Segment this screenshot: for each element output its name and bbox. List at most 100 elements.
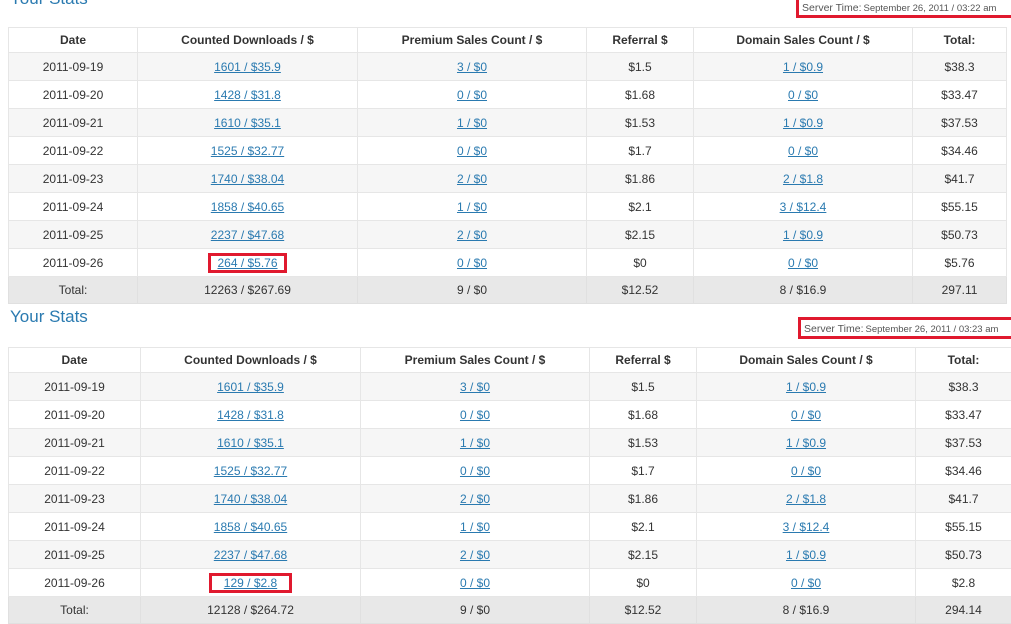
premium-link[interactable]: 0 / $0	[457, 88, 487, 102]
premium-link[interactable]: 2 / $0	[460, 548, 490, 562]
date-cell: 2011-09-22	[9, 457, 141, 485]
downloads-link[interactable]: 1428 / $31.8	[214, 88, 281, 102]
domain-link[interactable]: 3 / $12.4	[780, 200, 827, 214]
header-total: Total:	[916, 348, 1011, 373]
table-header-row: Date Counted Downloads / $ Premium Sales…	[9, 348, 1011, 373]
domain-link[interactable]: 3 / $12.4	[783, 520, 830, 534]
referral-cell: $1.5	[590, 373, 697, 401]
totals-row: Total: 12128 / $264.72 9 / $0 $12.52 8 /…	[9, 597, 1011, 624]
downloads-link[interactable]: 129 / $2.8	[224, 576, 277, 590]
domain-link[interactable]: 0 / $0	[788, 88, 818, 102]
premium-link[interactable]: 2 / $0	[457, 172, 487, 186]
table-header-row: Date Counted Downloads / $ Premium Sales…	[9, 28, 1007, 53]
table-row: 2011-09-25 2237 / $47.68 2 / $0 $2.15 1 …	[9, 541, 1011, 569]
header-date: Date	[9, 28, 138, 53]
premium-link[interactable]: 1 / $0	[457, 116, 487, 130]
premium-link[interactable]: 1 / $0	[460, 520, 490, 534]
referral-cell: $1.5	[587, 53, 694, 81]
totals-referral: $12.52	[587, 277, 694, 304]
domain-link[interactable]: 1 / $0.9	[783, 228, 823, 242]
domain-link[interactable]: 0 / $0	[791, 408, 821, 422]
total-cell: $2.8	[916, 569, 1011, 597]
downloads-link[interactable]: 2237 / $47.68	[211, 228, 284, 242]
referral-cell: $1.53	[590, 429, 697, 457]
referral-cell: $0	[590, 569, 697, 597]
domain-link[interactable]: 0 / $0	[791, 464, 821, 478]
referral-cell: $1.53	[587, 109, 694, 137]
server-time-highlight: Server Time:September 26, 2011 / 03:22 a…	[796, 0, 1011, 18]
premium-link[interactable]: 1 / $0	[460, 436, 490, 450]
table-row: 2011-09-21 1610 / $35.1 1 / $0 $1.53 1 /…	[9, 429, 1011, 457]
table-row: 2011-09-20 1428 / $31.8 0 / $0 $1.68 0 /…	[9, 81, 1007, 109]
date-cell: 2011-09-26	[9, 249, 138, 277]
domain-link[interactable]: 0 / $0	[788, 256, 818, 270]
downloads-link[interactable]: 1858 / $40.65	[211, 200, 284, 214]
premium-link[interactable]: 0 / $0	[460, 464, 490, 478]
premium-link[interactable]: 0 / $0	[460, 576, 490, 590]
total-cell: $37.53	[916, 429, 1011, 457]
total-cell: $37.53	[913, 109, 1007, 137]
domain-link[interactable]: 0 / $0	[788, 144, 818, 158]
server-time-label: Server Time:	[802, 2, 862, 14]
server-time-value: September 26, 2011 / 03:23 am	[866, 324, 999, 335]
domain-link[interactable]: 1 / $0.9	[786, 436, 826, 450]
domain-link[interactable]: 1 / $0.9	[783, 116, 823, 130]
header-domain-sales: Domain Sales Count / $	[694, 28, 913, 53]
date-cell: 2011-09-19	[9, 53, 138, 81]
downloads-link[interactable]: 2237 / $47.68	[214, 548, 287, 562]
downloads-link[interactable]: 1601 / $35.9	[217, 380, 284, 394]
referral-cell: $1.68	[587, 81, 694, 109]
domain-link[interactable]: 1 / $0.9	[786, 380, 826, 394]
date-cell: 2011-09-20	[9, 401, 141, 429]
downloads-link[interactable]: 1601 / $35.9	[214, 60, 281, 74]
referral-cell: $1.7	[587, 137, 694, 165]
total-cell: $38.3	[913, 53, 1007, 81]
date-cell: 2011-09-25	[9, 541, 141, 569]
table-row: 2011-09-20 1428 / $31.8 0 / $0 $1.68 0 /…	[9, 401, 1011, 429]
domain-link[interactable]: 0 / $0	[791, 576, 821, 590]
panel-title: Your Stats	[10, 306, 88, 328]
server-time-label: Server Time:	[804, 323, 864, 335]
domain-link[interactable]: 1 / $0.9	[786, 548, 826, 562]
domain-link[interactable]: 2 / $1.8	[783, 172, 823, 186]
referral-cell: $1.86	[590, 485, 697, 513]
referral-cell: $0	[587, 249, 694, 277]
totals-domain: 8 / $16.9	[697, 597, 916, 624]
referral-cell: $1.86	[587, 165, 694, 193]
total-cell: $5.76	[913, 249, 1007, 277]
premium-link[interactable]: 2 / $0	[457, 228, 487, 242]
table-row: 2011-09-23 1740 / $38.04 2 / $0 $1.86 2 …	[9, 485, 1011, 513]
premium-link[interactable]: 2 / $0	[460, 492, 490, 506]
header-domain-sales: Domain Sales Count / $	[697, 348, 916, 373]
header-counted-downloads: Counted Downloads / $	[138, 28, 358, 53]
table-row: 2011-09-19 1601 / $35.9 3 / $0 $1.5 1 / …	[9, 373, 1011, 401]
downloads-link[interactable]: 1740 / $38.04	[211, 172, 284, 186]
downloads-link[interactable]: 1610 / $35.1	[214, 116, 281, 130]
downloads-link[interactable]: 1740 / $38.04	[214, 492, 287, 506]
downloads-link[interactable]: 1858 / $40.65	[214, 520, 287, 534]
totals-premium: 9 / $0	[358, 277, 587, 304]
premium-link[interactable]: 0 / $0	[460, 408, 490, 422]
referral-cell: $1.68	[590, 401, 697, 429]
highlight-box: 264 / $5.76	[208, 253, 286, 273]
totals-row: Total: 12263 / $267.69 9 / $0 $12.52 8 /…	[9, 277, 1007, 304]
domain-link[interactable]: 1 / $0.9	[783, 60, 823, 74]
downloads-link[interactable]: 1525 / $32.77	[214, 464, 287, 478]
downloads-link[interactable]: 1610 / $35.1	[217, 436, 284, 450]
total-cell: $38.3	[916, 373, 1011, 401]
totals-label: Total:	[9, 277, 138, 304]
table-row: 2011-09-26 264 / $5.76 0 / $0 $0 0 / $0 …	[9, 249, 1007, 277]
header-premium-sales: Premium Sales Count / $	[358, 28, 587, 53]
premium-link[interactable]: 3 / $0	[457, 60, 487, 74]
downloads-link[interactable]: 1428 / $31.8	[217, 408, 284, 422]
downloads-link[interactable]: 264 / $5.76	[217, 256, 277, 270]
premium-link[interactable]: 0 / $0	[457, 256, 487, 270]
date-cell: 2011-09-22	[9, 137, 138, 165]
totals-premium: 9 / $0	[361, 597, 590, 624]
premium-link[interactable]: 3 / $0	[460, 380, 490, 394]
premium-link[interactable]: 0 / $0	[457, 144, 487, 158]
premium-link[interactable]: 1 / $0	[457, 200, 487, 214]
totals-downloads: 12263 / $267.69	[138, 277, 358, 304]
downloads-link[interactable]: 1525 / $32.77	[211, 144, 284, 158]
domain-link[interactable]: 2 / $1.8	[786, 492, 826, 506]
